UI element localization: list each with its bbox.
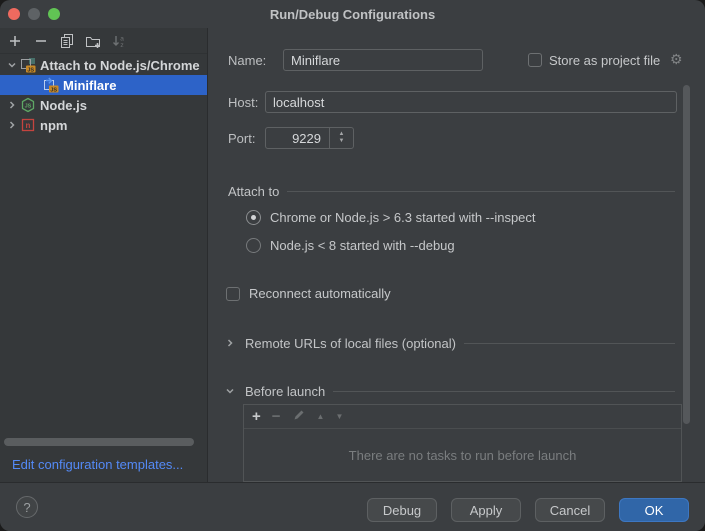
titlebar: Run/Debug Configurations xyxy=(0,0,705,28)
npm-icon: n xyxy=(20,117,36,133)
radio-selected-icon[interactable] xyxy=(246,210,261,225)
chevron-down-icon[interactable] xyxy=(224,385,237,397)
separator-line xyxy=(333,391,675,392)
configuration-form: Name: Store as project file ⚙ Host: Port… xyxy=(208,28,705,482)
form-vertical-scrollbar[interactable] xyxy=(683,85,690,424)
radio-option-debug[interactable]: Node.js < 8 started with --debug xyxy=(246,238,455,253)
tree-item-label: Attach to Node.js/Chrome xyxy=(40,58,200,73)
before-launch-toolbar: + − ▲ ▼ xyxy=(244,405,681,429)
tree-item-label: npm xyxy=(40,118,67,133)
reconnect-checkbox[interactable] xyxy=(226,287,240,301)
edit-task-icon[interactable] xyxy=(292,408,306,425)
port-spinner: ▲ ▼ xyxy=(265,127,354,149)
move-up-icon[interactable]: ▲ xyxy=(317,412,325,422)
spinner-down-icon[interactable]: ▼ xyxy=(339,138,345,145)
before-launch-section-header[interactable]: Before launch xyxy=(224,383,675,399)
debug-button[interactable]: Debug xyxy=(367,498,437,522)
ok-button[interactable]: OK xyxy=(619,498,689,522)
chevron-right-icon[interactable] xyxy=(6,99,20,111)
edit-configuration-templates-link[interactable]: Edit configuration templates... xyxy=(12,457,183,472)
tree-item-label: Miniflare xyxy=(63,78,116,93)
sidebar-toolbar: a z xyxy=(0,28,207,54)
tree-item-npm[interactable]: n npm xyxy=(0,115,207,135)
spinner-up-icon[interactable]: ▲ xyxy=(339,131,345,138)
svg-text:n: n xyxy=(26,121,31,130)
tree-item-label: Node.js xyxy=(40,98,87,113)
configuration-tree: JS Attach to Node.js/Chrome JS Miniflare xyxy=(0,55,207,135)
host-input[interactable] xyxy=(265,91,677,113)
name-input[interactable] xyxy=(283,49,483,71)
no-tasks-message: There are no tasks to run before launch xyxy=(244,429,681,481)
attach-config-icon: JS xyxy=(20,57,36,73)
before-launch-tasks-panel: + − ▲ ▼ There are no tasks to run before… xyxy=(243,404,682,482)
reconnect-label: Reconnect automatically xyxy=(249,286,391,301)
radio-option-inspect[interactable]: Chrome or Node.js > 6.3 started with --i… xyxy=(246,210,536,225)
reconnect-automatically-option[interactable]: Reconnect automatically xyxy=(226,286,391,301)
cancel-button[interactable]: Cancel xyxy=(535,498,605,522)
dialog-footer: ? Debug Apply Cancel OK xyxy=(0,482,705,531)
attach-to-label: Attach to xyxy=(228,184,279,199)
radio-label: Chrome or Node.js > 6.3 started with --i… xyxy=(270,210,536,225)
port-stepper: ▲ ▼ xyxy=(329,128,353,148)
chevron-down-icon[interactable] xyxy=(6,59,20,71)
remote-urls-label: Remote URLs of local files (optional) xyxy=(245,336,456,351)
separator-line xyxy=(287,191,675,192)
configurations-sidebar: a z JS Attach to Node.js/Chr xyxy=(0,28,208,482)
run-debug-configurations-dialog: Run/Debug Configurations xyxy=(0,0,705,531)
apply-button[interactable]: Apply xyxy=(451,498,521,522)
move-down-icon[interactable]: ▼ xyxy=(335,412,343,422)
attach-to-separator: Attach to xyxy=(228,183,675,199)
help-button[interactable]: ? xyxy=(16,496,38,518)
separator-line xyxy=(464,343,675,344)
radio-unselected-icon[interactable] xyxy=(246,238,261,253)
radio-label: Node.js < 8 started with --debug xyxy=(270,238,455,253)
remove-task-icon[interactable]: − xyxy=(272,409,281,424)
attach-config-arrow-icon: JS xyxy=(43,77,59,93)
port-input[interactable] xyxy=(266,128,329,148)
add-task-icon[interactable]: + xyxy=(252,409,261,424)
host-label: Host: xyxy=(228,95,258,110)
add-configuration-icon[interactable] xyxy=(7,33,23,49)
port-label: Port: xyxy=(228,131,255,146)
tree-item-nodejs[interactable]: JS Node.js xyxy=(0,95,207,115)
chevron-right-icon[interactable] xyxy=(224,337,237,349)
sort-alphabetically-icon[interactable]: a z xyxy=(111,33,127,49)
svg-text:JS: JS xyxy=(25,103,32,109)
name-label: Name: xyxy=(228,53,266,68)
tree-item-miniflare-selected[interactable]: JS Miniflare xyxy=(0,75,207,95)
sidebar-horizontal-scrollbar[interactable] xyxy=(4,438,194,446)
svg-text:JS: JS xyxy=(50,87,57,93)
store-as-project-file-label: Store as project file xyxy=(549,53,660,68)
store-as-project-file-checkbox[interactable] xyxy=(528,53,542,67)
tree-item-attach-group[interactable]: JS Attach to Node.js/Chrome xyxy=(0,55,207,75)
nodejs-icon: JS xyxy=(20,97,36,113)
copy-configuration-icon[interactable] xyxy=(59,33,75,49)
before-launch-label: Before launch xyxy=(245,384,325,399)
chevron-right-icon[interactable] xyxy=(6,119,20,131)
dialog-title: Run/Debug Configurations xyxy=(0,7,705,22)
new-folder-icon[interactable] xyxy=(85,33,101,49)
svg-text:JS: JS xyxy=(27,67,34,73)
remove-configuration-icon[interactable] xyxy=(33,33,49,49)
remote-urls-section-header[interactable]: Remote URLs of local files (optional) xyxy=(224,335,675,351)
gear-icon[interactable]: ⚙ xyxy=(670,52,683,66)
svg-text:z: z xyxy=(120,42,123,49)
